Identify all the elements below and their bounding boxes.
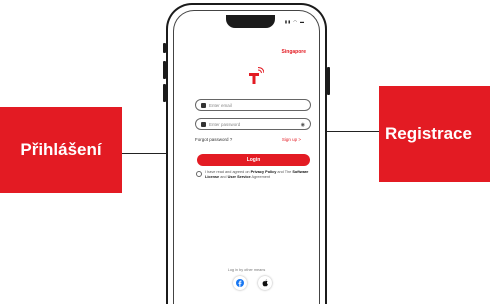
privacy-policy-link[interactable]: Privacy Policy — [251, 170, 277, 174]
status-bar: ▮▮ ◠ ▬ — [284, 19, 305, 24]
user-service-link[interactable]: User Service — [228, 175, 251, 179]
email-placeholder: Enter email — [209, 102, 232, 108]
apple-icon — [262, 279, 268, 287]
other-login-label: Log in by other means — [227, 268, 266, 272]
forgot-password-link[interactable]: Forgot password ? — [195, 137, 232, 142]
email-field[interactable]: Enter email — [195, 99, 311, 111]
volume-down-button — [163, 84, 166, 102]
apple-login-button[interactable] — [258, 276, 272, 290]
login-callout: Přihlášení — [0, 107, 122, 193]
agreement-checkbox[interactable] — [196, 171, 202, 177]
phone-screen: ▮▮ ◠ ▬ Singapore Enter email Enter passw… — [173, 10, 320, 304]
lock-icon — [201, 121, 206, 127]
registration-callout: Registrace — [379, 86, 490, 182]
agreement-text: I have read and agreed on Privacy Policy… — [205, 170, 309, 179]
facebook-icon — [236, 279, 244, 287]
login-button[interactable]: Login — [197, 154, 310, 166]
sign-up-link[interactable]: Sign up > — [282, 137, 301, 142]
mute-switch — [163, 43, 166, 53]
user-icon — [201, 102, 206, 108]
region-selector[interactable]: Singapore — [282, 49, 306, 55]
volume-up-button — [163, 61, 166, 79]
phone-frame: ▮▮ ◠ ▬ Singapore Enter email Enter passw… — [163, 3, 330, 304]
eye-icon[interactable]: ◉ — [301, 122, 305, 128]
phone-notch — [226, 15, 275, 28]
power-button — [327, 67, 330, 95]
password-field[interactable]: Enter password ◉ — [195, 118, 311, 130]
password-placeholder: Enter password — [209, 121, 241, 127]
agreement: I have read and agreed on Privacy Policy… — [196, 170, 314, 180]
app-logo — [249, 67, 264, 84]
facebook-login-button[interactable] — [233, 276, 247, 290]
